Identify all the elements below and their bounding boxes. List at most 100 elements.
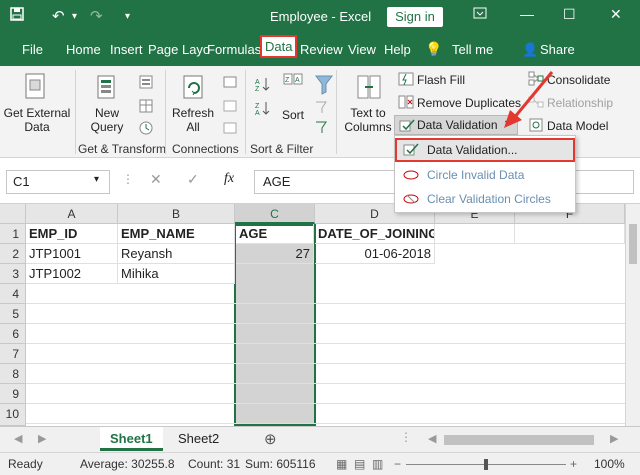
group-separator: [245, 70, 246, 154]
zoom-slider-thumb[interactable]: [484, 459, 488, 470]
cancel-icon[interactable]: ✕: [150, 171, 162, 188]
sheet-tab-sheet2[interactable]: Sheet2: [168, 427, 229, 451]
sort-az-icon[interactable]: AZ: [254, 76, 272, 95]
zoom-level[interactable]: 100%: [594, 457, 625, 471]
column-header-b[interactable]: B: [118, 204, 235, 224]
cell-a3[interactable]: JTP1002: [26, 264, 118, 284]
enter-icon[interactable]: ✓: [187, 171, 199, 188]
row-header[interactable]: 1: [0, 224, 26, 244]
column-header-c[interactable]: C: [235, 204, 315, 224]
cell-e1[interactable]: [435, 224, 515, 244]
cell-c2[interactable]: 27: [236, 244, 314, 264]
redo-icon[interactable]: ↷: [90, 7, 103, 25]
row-header[interactable]: 2: [0, 244, 26, 264]
cell-d2[interactable]: 01-06-2018: [315, 244, 435, 264]
text-to-columns-button[interactable]: Text to Columns: [340, 106, 396, 134]
edit-links-icon[interactable]: [222, 120, 238, 139]
sign-in-button[interactable]: Sign in: [387, 7, 443, 27]
tab-review[interactable]: Review: [300, 42, 343, 57]
page-layout-view-icon[interactable]: ▤: [354, 457, 365, 471]
menu-item-data-validation[interactable]: Data Validation...: [395, 138, 575, 162]
undo-icon[interactable]: ↶: [52, 7, 65, 25]
save-icon[interactable]: [10, 7, 24, 25]
get-external-data-button[interactable]: Get External Data: [2, 106, 72, 134]
page-break-view-icon[interactable]: ▥: [372, 457, 383, 471]
row-header[interactable]: 3: [0, 264, 26, 284]
scrollbar-thumb[interactable]: [629, 224, 637, 264]
tell-me-box[interactable]: Tell me: [452, 42, 493, 57]
ribbon-display-icon[interactable]: [473, 6, 487, 23]
name-box-dropdown-icon[interactable]: ▾: [94, 174, 99, 185]
cell-b3[interactable]: Mihika: [118, 264, 235, 284]
sheet-tab-sheet1[interactable]: Sheet1: [100, 427, 163, 451]
sheet-divider-icon[interactable]: ⋮: [400, 430, 412, 444]
cell-a2[interactable]: JTP1001: [26, 244, 118, 264]
recent-sources-icon[interactable]: [138, 120, 154, 139]
cell-c1[interactable]: AGE: [236, 224, 314, 244]
hscroll-right-icon[interactable]: ▶: [610, 432, 618, 445]
spreadsheet-grid: A B C D E F 1 2 3 4 5 6 7 8 9 10 EMP_ID …: [0, 204, 640, 426]
scroll-left-icon[interactable]: ◀: [14, 432, 22, 445]
status-count: Count: 31: [188, 457, 241, 471]
row-header[interactable]: 6: [0, 324, 26, 344]
row-header[interactable]: 10: [0, 404, 26, 426]
clear-filter-icon[interactable]: [314, 100, 330, 119]
tab-help[interactable]: Help: [384, 42, 411, 57]
tab-formulas[interactable]: Formulas: [207, 42, 261, 57]
zoom-in-icon[interactable]: +: [570, 457, 577, 471]
row-header[interactable]: 9: [0, 384, 26, 404]
insert-function-icon[interactable]: fx: [224, 171, 234, 187]
tab-data[interactable]: Data: [259, 35, 298, 58]
new-query-button[interactable]: New Query: [82, 106, 132, 134]
sort-button[interactable]: Sort: [278, 108, 308, 122]
row-header[interactable]: 4: [0, 284, 26, 304]
connections-icon[interactable]: [222, 74, 238, 93]
cell-f1[interactable]: [515, 224, 625, 244]
horizontal-scrollbar[interactable]: [444, 435, 594, 445]
tab-insert[interactable]: Insert: [110, 42, 143, 57]
row-header[interactable]: 7: [0, 344, 26, 364]
menu-item-label: Circle Invalid Data: [427, 168, 525, 182]
tab-home[interactable]: Home: [66, 42, 101, 57]
flash-fill-button[interactable]: Flash Fill: [417, 73, 465, 87]
tab-file[interactable]: File: [22, 42, 43, 57]
properties-icon[interactable]: [222, 98, 238, 117]
row-header[interactable]: 5: [0, 304, 26, 324]
maximize-icon[interactable]: ☐: [563, 6, 576, 23]
svg-text:A: A: [295, 77, 300, 84]
refresh-all-button[interactable]: Refresh All: [168, 106, 218, 134]
sort-za-icon[interactable]: ZA: [254, 100, 272, 119]
status-bar: Ready Average: 30255.8 Count: 31 Sum: 60…: [0, 452, 640, 475]
minimize-icon[interactable]: —: [520, 6, 534, 22]
row-header[interactable]: 8: [0, 364, 26, 384]
tab-view[interactable]: View: [348, 42, 376, 57]
cell-a1[interactable]: EMP_ID: [26, 224, 118, 244]
refresh-all-icon: [180, 72, 208, 107]
show-queries-icon[interactable]: [138, 74, 154, 93]
undo-dropdown-icon[interactable]: ▾: [72, 11, 77, 22]
close-icon[interactable]: ✕: [610, 6, 622, 23]
add-sheet-icon[interactable]: ⊕: [264, 430, 277, 448]
customize-qat-icon[interactable]: ▾: [125, 11, 130, 22]
from-table-icon[interactable]: [138, 98, 154, 117]
cell-b2[interactable]: Reyansh: [118, 244, 235, 264]
menu-item-label: Data Validation...: [427, 143, 518, 157]
reapply-filter-icon[interactable]: [314, 120, 330, 139]
zoom-out-icon[interactable]: −: [394, 457, 401, 471]
menu-item-circle-invalid-data[interactable]: Circle Invalid Data: [395, 163, 575, 187]
menu-item-clear-validation-circles[interactable]: Clear Validation Circles: [395, 187, 575, 211]
normal-view-icon[interactable]: ▦: [336, 457, 347, 471]
share-button[interactable]: Share: [540, 42, 575, 57]
vertical-scrollbar[interactable]: [625, 204, 640, 426]
lightbulb-icon[interactable]: 💡: [425, 41, 442, 58]
tab-page-layout[interactable]: Page Layo: [148, 42, 210, 57]
select-all-corner[interactable]: [0, 204, 26, 224]
share-icon[interactable]: 👤: [522, 42, 538, 58]
cell-b1[interactable]: EMP_NAME: [118, 224, 235, 244]
group-separator: [165, 70, 166, 154]
cell-d1[interactable]: DATE_OF_JOINING: [315, 224, 435, 244]
column-header-a[interactable]: A: [26, 204, 118, 224]
filter-icon[interactable]: [314, 74, 334, 99]
hscroll-left-icon[interactable]: ◀: [428, 432, 436, 445]
scroll-right-icon[interactable]: ▶: [38, 432, 46, 445]
